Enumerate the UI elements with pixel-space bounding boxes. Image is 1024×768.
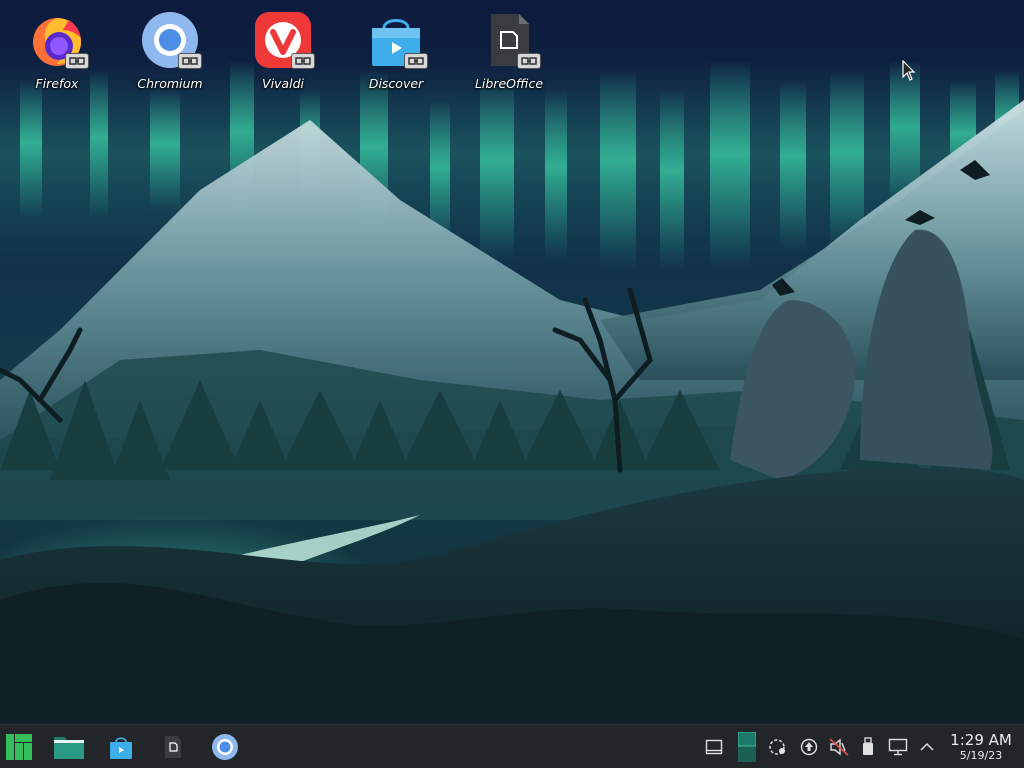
- pager-button[interactable]: [736, 731, 758, 763]
- desktop-icon-chromium[interactable]: Chromium: [122, 8, 218, 100]
- link-badge-icon: [179, 54, 201, 68]
- expand-tray-button[interactable]: [917, 737, 937, 757]
- desktop-icon-libreoffice[interactable]: LibreOffice: [461, 8, 557, 100]
- desktop-icon-label: Discover: [368, 76, 424, 91]
- wallpaper: [0, 0, 1024, 724]
- desktop-icon-label: Firefox: [35, 76, 79, 91]
- chromium-icon: [212, 734, 238, 760]
- folder-icon: [54, 737, 84, 759]
- discover-launcher[interactable]: [104, 731, 138, 763]
- link-badge-icon: [405, 54, 427, 68]
- desktop-icon-firefox[interactable]: Firefox: [9, 8, 105, 100]
- show-desktop-icon: [705, 739, 723, 755]
- taskbar: 1:29 AM 5/19/23: [0, 724, 1024, 768]
- network-icon: [769, 739, 785, 755]
- libreoffice-icon: [165, 736, 181, 758]
- link-badge-icon: [66, 54, 88, 68]
- link-badge-icon: [292, 54, 314, 68]
- desktop-icon-label: LibreOffice: [474, 76, 544, 91]
- digital-clock[interactable]: 1:29 AM 5/19/23: [946, 731, 1016, 763]
- show-desktop-button[interactable]: [704, 737, 724, 757]
- desktop-icon-label: Vivaldi: [262, 76, 304, 91]
- update-arrow-icon: [800, 738, 818, 756]
- file-manager-launcher[interactable]: [52, 731, 86, 763]
- desktop[interactable]: Firefox Chromium Vivaldi Discover LibreO…: [0, 0, 1024, 768]
- display-tray-icon[interactable]: [888, 737, 908, 757]
- volume-tray-icon[interactable]: [829, 737, 849, 757]
- removable-device-tray-icon[interactable]: [858, 737, 878, 757]
- display-icon: [888, 738, 908, 756]
- desktop-icon-discover[interactable]: Discover: [348, 8, 444, 100]
- libreoffice-launcher[interactable]: [156, 731, 190, 763]
- speaker-muted-icon: [829, 738, 849, 756]
- manjaro-logo-icon: [6, 734, 32, 760]
- link-badge-icon: [518, 54, 540, 68]
- application-menu-button[interactable]: [2, 731, 36, 763]
- chromium-launcher[interactable]: [208, 731, 242, 763]
- pager-icon: [738, 732, 756, 762]
- discover-icon: [110, 737, 132, 759]
- clock-date: 5/19/23: [959, 749, 1003, 762]
- clock-time: 1:29 AM: [950, 731, 1012, 749]
- desktop-icon-vivaldi[interactable]: Vivaldi: [235, 8, 331, 100]
- updates-tray-icon[interactable]: [799, 737, 819, 757]
- usb-icon: [863, 737, 873, 755]
- chevron-up-icon: [920, 742, 934, 751]
- network-tray-icon[interactable]: [768, 737, 788, 757]
- mouse-cursor-icon: [902, 60, 916, 81]
- desktop-icon-label: Chromium: [137, 76, 203, 91]
